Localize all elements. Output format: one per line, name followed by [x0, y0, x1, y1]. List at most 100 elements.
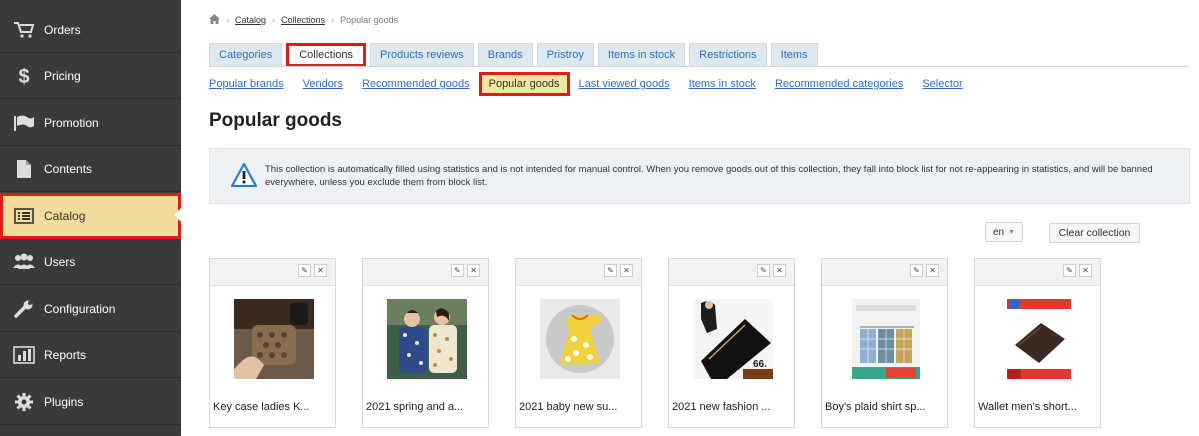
breadcrumb-collections[interactable]: Collections: [281, 15, 325, 25]
sidebar-item-label: Reports: [44, 347, 87, 362]
plaid-shirts-product-image[interactable]: [852, 299, 920, 379]
pencil-icon[interactable]: ✎: [298, 264, 311, 277]
product-card: ✎ ✕ 66. 2021 new fashion ...: [668, 258, 795, 428]
language-value: en: [992, 226, 1005, 238]
key-case-product-image[interactable]: [234, 299, 314, 379]
subtab-recommended-goods[interactable]: Recommended goods: [362, 78, 470, 90]
pencil-icon[interactable]: ✎: [604, 264, 617, 277]
card-header: ✎ ✕: [822, 259, 947, 286]
sidebar-item-label: Orders: [44, 22, 81, 37]
tab-items-in-stock[interactable]: Items in stock: [597, 43, 686, 66]
sidebar-item-label: Users: [44, 254, 76, 269]
subtab-recommended-categories[interactable]: Recommended categories: [775, 78, 903, 90]
product-name[interactable]: 2021 spring and a...: [366, 401, 487, 413]
product-name[interactable]: Wallet men's short...: [978, 401, 1099, 413]
sidebar-item-users[interactable]: Users: [0, 239, 181, 285]
sidebar-item-label: Pricing: [44, 68, 81, 83]
sidebar-item-orders[interactable]: Orders: [0, 7, 181, 53]
home-icon[interactable]: [209, 14, 220, 26]
close-icon[interactable]: ✕: [620, 264, 633, 277]
close-icon[interactable]: ✕: [1079, 264, 1092, 277]
product-card: ✎ ✕ Boy's plaid shirt sp...: [821, 258, 948, 428]
subtab-vendors[interactable]: Vendors: [303, 78, 343, 90]
wrench-icon: [10, 295, 38, 323]
pencil-icon[interactable]: ✎: [910, 264, 923, 277]
tab-brands[interactable]: Brands: [477, 43, 533, 66]
breadcrumb-separator: ›: [272, 15, 276, 25]
card-header: ✎ ✕: [516, 259, 641, 286]
sidebar-item-configuration[interactable]: Configuration: [0, 286, 181, 332]
cart-icon: [10, 16, 38, 44]
flag-icon: [10, 109, 38, 137]
tab-bar: Categories Collections Products reviews …: [209, 43, 822, 67]
product-card: ✎ ✕ 2021 baby new su...: [515, 258, 642, 428]
subtab-popular-goods[interactable]: Popular goods: [478, 72, 570, 96]
card-header: ✎ ✕: [669, 259, 794, 286]
product-name[interactable]: 2021 baby new su...: [519, 401, 640, 413]
sidebar-item-label: Plugins: [44, 394, 84, 409]
sidebar-item-reports[interactable]: Reports: [0, 332, 181, 378]
sidebar: Orders $ Pricing Promotion Contents Cata…: [0, 0, 182, 436]
sidebar-item-label: Promotion: [44, 115, 99, 130]
notice-text: This collection is automatically filled …: [265, 164, 1153, 188]
sidebar-item-label: Contents: [44, 161, 93, 176]
tab-restrictions[interactable]: Restrictions: [689, 43, 767, 66]
language-select[interactable]: en ▼: [985, 222, 1023, 242]
kids-pajamas-product-image[interactable]: [387, 299, 467, 379]
list-icon: [10, 202, 38, 230]
sidebar-item-plugins[interactable]: Plugins: [0, 379, 181, 425]
card-header: ✎ ✕: [210, 259, 335, 286]
users-icon: [10, 248, 38, 276]
chevron-down-icon: ▼: [1008, 228, 1016, 236]
tab-categories[interactable]: Categories: [209, 43, 283, 66]
subtab-items-in-stock[interactable]: Items in stock: [689, 78, 756, 90]
close-icon[interactable]: ✕: [314, 264, 327, 277]
dollar-icon: $: [10, 62, 38, 90]
warning-icon: [230, 162, 258, 192]
breadcrumb-separator: ›: [226, 15, 229, 25]
product-name[interactable]: 2021 new fashion ...: [672, 401, 793, 413]
subtab-selector[interactable]: Selector: [922, 78, 962, 90]
document-icon: [10, 155, 38, 183]
sidebar-item-catalog[interactable]: Catalog: [0, 193, 182, 239]
product-name[interactable]: Key case ladies K...: [213, 401, 334, 413]
pencil-icon[interactable]: ✎: [757, 264, 770, 277]
tab-items[interactable]: Items: [770, 43, 818, 66]
close-icon[interactable]: ✕: [773, 264, 786, 277]
product-card: ✎ ✕ Wallet men's short...: [974, 258, 1101, 428]
gear-icon: [10, 388, 38, 416]
pencil-icon[interactable]: ✎: [1063, 264, 1076, 277]
mens-wallet-product-image[interactable]: [1007, 299, 1071, 379]
svg-text:$: $: [18, 66, 29, 87]
tab-pristroy[interactable]: Pristroy: [536, 43, 594, 66]
close-icon[interactable]: ✕: [467, 264, 480, 277]
tab-collections[interactable]: Collections: [286, 43, 367, 67]
baby-dress-product-image[interactable]: [540, 299, 620, 379]
subtab-last-viewed-goods[interactable]: Last viewed goods: [579, 78, 670, 90]
product-card: ✎ ✕ Key case ladies K...: [209, 258, 336, 428]
card-header: ✎ ✕: [975, 259, 1100, 286]
breadcrumb-catalog[interactable]: Catalog: [235, 15, 266, 25]
close-icon[interactable]: ✕: [926, 264, 939, 277]
sidebar-item-promotion[interactable]: Promotion: [0, 100, 181, 146]
subtab-popular-brands[interactable]: Popular brands: [209, 78, 284, 90]
breadcrumb-separator: ›: [331, 15, 335, 25]
tabs-divider: [209, 66, 1189, 67]
breadcrumb-current: Popular goods: [340, 15, 399, 25]
page-title: Popular goods: [209, 110, 342, 131]
subtab-bar: Popular brands Vendors Recommended goods…: [209, 72, 982, 96]
product-name[interactable]: Boy's plaid shirt sp...: [825, 401, 946, 413]
sidebar-item-contents[interactable]: Contents: [0, 146, 181, 192]
black-wallet-product-image[interactable]: 66.: [693, 299, 773, 379]
tab-products-reviews[interactable]: Products reviews: [370, 43, 474, 66]
sidebar-item-pricing[interactable]: $ Pricing: [0, 53, 181, 99]
pencil-icon[interactable]: ✎: [451, 264, 464, 277]
clear-collection-button[interactable]: Clear collection: [1049, 223, 1140, 243]
sidebar-item-label: Configuration: [44, 301, 116, 316]
product-card: ✎ ✕ 2021 spring and a...: [362, 258, 489, 428]
bar-chart-icon: [10, 341, 38, 369]
info-notice: This collection is automatically filled …: [209, 148, 1190, 204]
sidebar-item-label: Catalog: [44, 208, 86, 223]
card-header: ✎ ✕: [363, 259, 488, 286]
breadcrumb: › Catalog › Collections › Popular goods: [209, 14, 398, 26]
